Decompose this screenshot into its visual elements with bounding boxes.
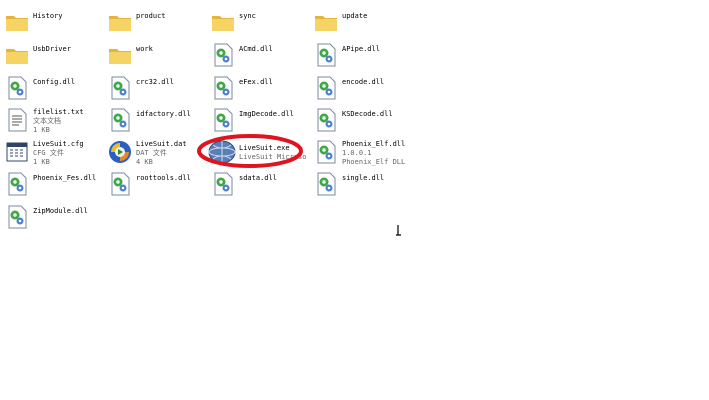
- file-item-history[interactable]: History: [2, 6, 106, 38]
- folder-icon: [212, 16, 234, 31]
- file-item-update[interactable]: update: [311, 6, 415, 38]
- text-cursor-icon: [396, 225, 401, 236]
- file-name: encode.dll: [342, 78, 385, 86]
- file-item-sdata-dll[interactable]: sdata.dll: [208, 168, 312, 200]
- dll-icon: [111, 172, 130, 196]
- dll-icon: [317, 43, 336, 67]
- file-item-sync[interactable]: sync: [208, 6, 312, 38]
- file-item-ksdecode-dll[interactable]: KSDecode.dll: [311, 104, 415, 136]
- file-description: Phoenix_Elf DLL: [342, 158, 406, 166]
- file-size: 1 KB: [33, 126, 50, 134]
- file-type: 文本文档: [33, 117, 61, 125]
- dll-icon: [111, 108, 130, 132]
- highlight-ellipse: [197, 134, 303, 168]
- dll-icon: [317, 108, 336, 132]
- file-item-product[interactable]: product: [105, 6, 209, 38]
- dll-icon: [214, 76, 233, 100]
- dat-file-icon: [109, 141, 132, 163]
- dll-icon: [8, 205, 27, 229]
- file-name: ACmd.dll: [239, 45, 273, 53]
- dll-icon: [317, 76, 336, 100]
- file-item-roottools-dll[interactable]: roottools.dll: [105, 168, 209, 200]
- folder-icon: [109, 16, 131, 31]
- dll-icon: [214, 43, 233, 67]
- folder-icon: [6, 49, 28, 64]
- file-name: single.dll: [342, 174, 385, 182]
- file-name: roottools.dll: [136, 174, 191, 182]
- file-name: ZipModule.dll: [33, 207, 88, 215]
- dll-icon: [214, 172, 233, 196]
- file-name: LiveSuit.cfg: [33, 140, 84, 148]
- file-name: sdata.dll: [239, 174, 277, 182]
- file-item-zipmodule-dll[interactable]: ZipModule.dll: [2, 201, 106, 233]
- file-item-livesuit-dat[interactable]: LiveSuit.dat DAT 文件 4 KB: [105, 136, 209, 168]
- file-size: 1 KB: [33, 158, 50, 166]
- file-list-pane: History product sync update UsbDriver wo…: [0, 0, 709, 400]
- file-name: idfactory.dll: [136, 110, 191, 118]
- file-item-filelist-txt[interactable]: filelist.txt 文本文档 1 KB: [2, 104, 106, 136]
- file-item-encode-dll[interactable]: encode.dll: [311, 72, 415, 104]
- file-item-acmd-dll[interactable]: ACmd.dll: [208, 39, 312, 71]
- file-name: filelist.txt: [33, 108, 84, 116]
- file-item-imgdecode-dll[interactable]: ImgDecode.dll: [208, 104, 312, 136]
- file-item-apipe-dll[interactable]: APipe.dll: [311, 39, 415, 71]
- file-name: update: [342, 12, 368, 20]
- file-item-phoenix-fes-dll[interactable]: Phoenix_Fes.dll: [2, 168, 106, 200]
- file-name: APipe.dll: [342, 45, 380, 53]
- file-type: DAT 文件: [136, 149, 167, 157]
- file-item-work[interactable]: work: [105, 39, 209, 71]
- file-item-efex-dll[interactable]: eFex.dll: [208, 72, 312, 104]
- file-item-phoenix-elf-dll[interactable]: Phoenix_Elf.dll 1.0.0.1 Phoenix_Elf DLL: [311, 136, 415, 168]
- file-version: 1.0.0.1: [342, 149, 372, 157]
- file-name: LiveSuit.dat: [136, 140, 187, 148]
- cfg-file-icon: [6, 142, 28, 162]
- file-name: crc32.dll: [136, 78, 174, 86]
- text-file-icon: [8, 108, 27, 132]
- dll-icon: [111, 76, 130, 100]
- folder-icon: [109, 49, 131, 64]
- dll-icon: [8, 76, 27, 100]
- file-name: product: [136, 12, 166, 20]
- file-name: Config.dll: [33, 78, 76, 86]
- file-name: sync: [239, 12, 256, 20]
- file-item-usbdriver[interactable]: UsbDriver: [2, 39, 106, 71]
- file-name: eFex.dll: [239, 78, 273, 86]
- folder-icon: [315, 16, 337, 31]
- file-name: ImgDecode.dll: [239, 110, 294, 118]
- file-item-idfactory-dll[interactable]: idfactory.dll: [105, 104, 209, 136]
- dll-icon: [8, 172, 27, 196]
- file-name: Phoenix_Fes.dll: [33, 174, 97, 182]
- file-name: KSDecode.dll: [342, 110, 393, 118]
- file-name: UsbDriver: [33, 45, 71, 53]
- file-item-livesuit-cfg[interactable]: LiveSuit.cfg CFG 文件 1 KB: [2, 136, 106, 168]
- file-name: History: [33, 12, 63, 20]
- dll-icon: [317, 172, 336, 196]
- file-type: CFG 文件: [33, 149, 64, 157]
- file-name: Phoenix_Elf.dll: [342, 140, 406, 148]
- dll-icon: [214, 108, 233, 132]
- dll-icon: [317, 140, 336, 164]
- file-item-single-dll[interactable]: single.dll: [311, 168, 415, 200]
- file-item-config-dll[interactable]: Config.dll: [2, 72, 106, 104]
- file-size: 4 KB: [136, 158, 153, 166]
- folder-icon: [6, 16, 28, 31]
- file-name: work: [136, 45, 153, 53]
- file-item-crc32-dll[interactable]: crc32.dll: [105, 72, 209, 104]
